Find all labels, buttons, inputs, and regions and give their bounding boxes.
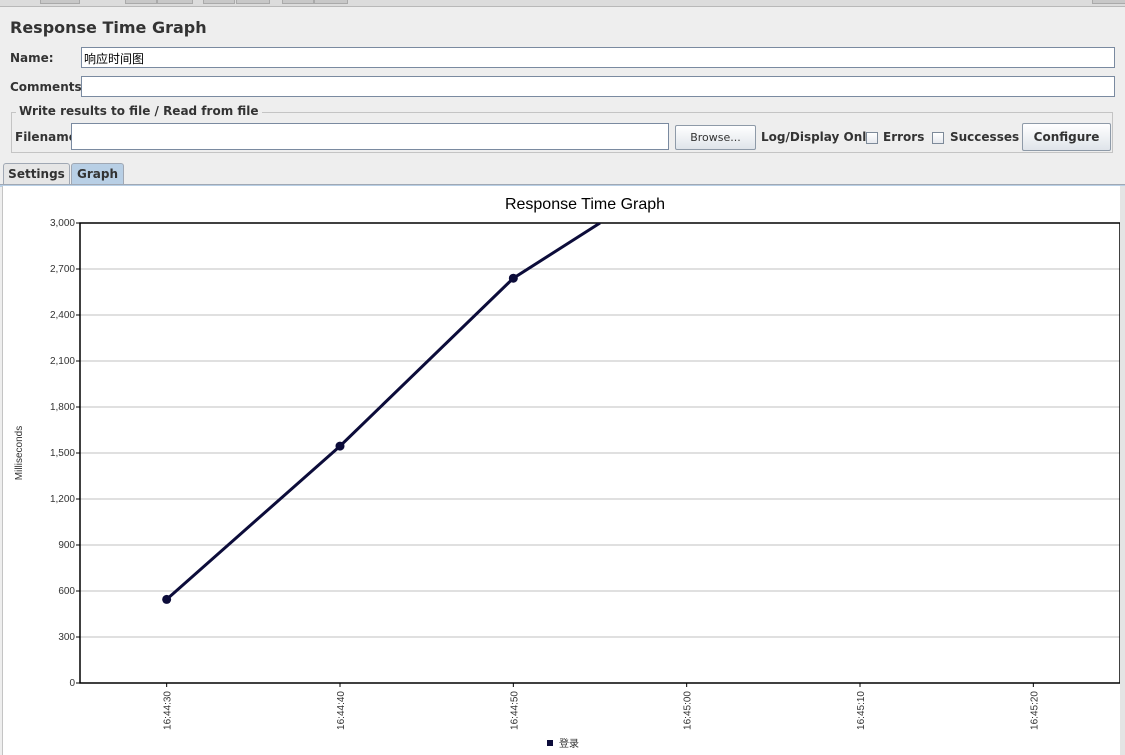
file-section-legend: Write results to file / Read from file [16,104,262,118]
y-tick-label: 3,000 [50,218,75,229]
y-tick-label: 1,800 [50,402,75,413]
chart-panel: Response Time Graph 0 300 600 900 1,200 1,500 1… [2,186,1125,755]
chart-title: Response Time Graph [505,196,665,213]
errors-checkbox[interactable] [866,132,878,144]
data-point [335,441,345,451]
y-tick-label: 1,200 [50,494,75,505]
legend-square-icon [547,740,553,746]
data-point [508,273,518,283]
vertical-scrollbar[interactable] [1120,186,1125,755]
successes-checkbox[interactable] [932,132,944,144]
series-line [165,223,601,601]
log-display-only-label: Log/Display Only: [761,130,879,144]
y-tick-label: 600 [58,586,75,597]
errors-label: Errors [883,130,925,144]
y-tick-label: 0 [69,678,75,689]
filename-label: Filename [15,130,77,144]
tab-graph[interactable]: Graph [71,163,124,184]
x-tick-label: 16:44:30 [163,691,174,730]
y-tick-label: 2,400 [50,310,75,321]
comments-label: Comments: [10,80,87,94]
y-tick-label: 2,700 [50,264,75,275]
name-input[interactable]: 响应时间图 [81,47,1115,68]
y-tick-label: 300 [58,632,75,643]
x-tick-label: 16:45:20 [1029,691,1040,730]
tab-settings[interactable]: Settings [3,163,70,184]
response-time-chart: Response Time Graph 0 300 600 900 1,200 1,500 1… [14,196,1121,750]
browse-button[interactable]: Browse... [675,125,756,150]
filename-input[interactable] [71,123,669,150]
y-tick-label: 2,100 [50,356,75,367]
y-tick-label: 900 [58,540,75,551]
x-tick-label: 16:44:50 [509,691,520,730]
configure-button[interactable]: Configure [1022,123,1111,151]
data-point [162,594,172,604]
legend-label: 登录 [559,737,579,750]
successes-label: Successes [950,130,1020,144]
toolbar-edge [0,0,1125,7]
response-time-graph-window: Response Time Graph Name: 响应时间图 Comments… [0,0,1125,755]
comments-input[interactable] [81,76,1115,97]
y-axis-label: Milliseconds [14,426,25,480]
x-tick-label: 16:44:40 [336,691,347,730]
x-tick-label: 16:45:10 [856,691,867,730]
name-label: Name: [10,51,54,65]
panel-title: Response Time Graph [10,18,207,37]
x-tick-label: 16:45:00 [683,691,694,730]
y-tick-label: 1,500 [50,448,75,459]
